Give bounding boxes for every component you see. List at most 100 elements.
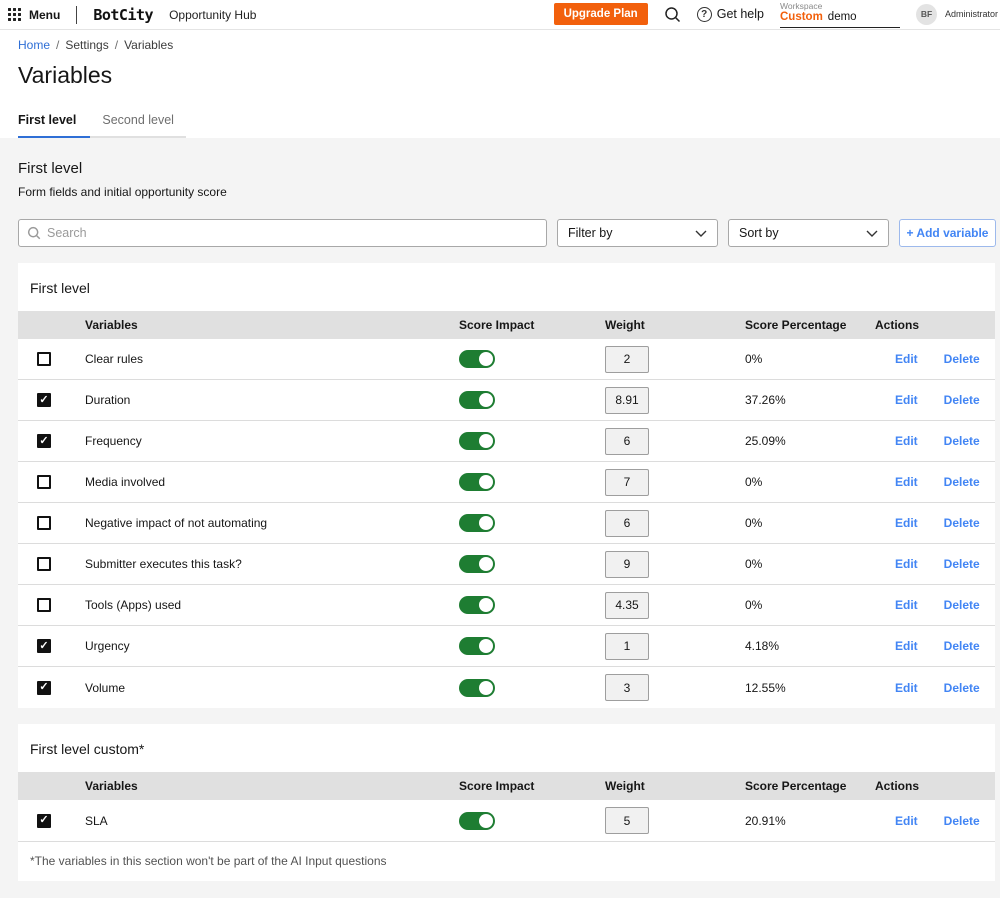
table-row: Tools (Apps) used 0% Edit Delete [18, 585, 995, 626]
row-checkbox[interactable] [37, 557, 51, 571]
workspace-selector[interactable]: Workspace Customdemo [780, 1, 900, 29]
content-area: First level Form fields and initial oppo… [0, 138, 1000, 898]
weight-input[interactable] [605, 633, 649, 660]
get-help-button[interactable]: ? Get help [697, 7, 764, 22]
edit-link[interactable]: Edit [895, 516, 918, 530]
table-row: Negative impact of not automating 0% Edi… [18, 503, 995, 544]
weight-input[interactable] [605, 469, 649, 496]
column-score-impact: Score Impact [459, 318, 605, 332]
delete-link[interactable]: Delete [944, 475, 980, 489]
weight-input[interactable] [605, 387, 649, 414]
row-checkbox[interactable] [37, 681, 51, 695]
edit-link[interactable]: Edit [895, 393, 918, 407]
delete-link[interactable]: Delete [944, 598, 980, 612]
variable-name: Urgency [85, 639, 459, 653]
delete-link[interactable]: Delete [944, 557, 980, 571]
app-grid-icon[interactable] [8, 8, 21, 21]
row-checkbox[interactable] [37, 598, 51, 612]
weight-input[interactable] [605, 551, 649, 578]
delete-link[interactable]: Delete [944, 434, 980, 448]
column-score-percentage: Score Percentage [745, 779, 875, 793]
toggle-knob [479, 352, 493, 366]
score-impact-toggle[interactable] [459, 391, 495, 409]
breadcrumb-home[interactable]: Home [18, 38, 50, 52]
table-row: SLA 20.91% Edit Delete [18, 800, 995, 841]
edit-link[interactable]: Edit [895, 639, 918, 653]
row-checkbox[interactable] [37, 516, 51, 530]
score-percentage: 25.09% [745, 434, 875, 448]
sort-by-label: Sort by [739, 226, 779, 240]
variable-name: Submitter executes this task? [85, 557, 459, 571]
delete-link[interactable]: Delete [944, 681, 980, 695]
add-variable-button[interactable]: + Add variable [899, 219, 996, 247]
row-checkbox[interactable] [37, 814, 51, 828]
delete-link[interactable]: Delete [944, 393, 980, 407]
user-menu[interactable]: BF Administrator [916, 4, 998, 25]
edit-link[interactable]: Edit [895, 475, 918, 489]
variable-name: Media involved [85, 475, 459, 489]
get-help-label: Get help [717, 7, 764, 21]
weight-input[interactable] [605, 592, 649, 619]
score-impact-toggle[interactable] [459, 679, 495, 697]
delete-link[interactable]: Delete [944, 352, 980, 366]
weight-input[interactable] [605, 346, 649, 373]
table-row: Clear rules 0% Edit Delete [18, 339, 995, 380]
row-checkbox[interactable] [37, 393, 51, 407]
variable-name: Frequency [85, 434, 459, 448]
score-impact-toggle[interactable] [459, 514, 495, 532]
edit-link[interactable]: Edit [895, 352, 918, 366]
weight-input[interactable] [605, 807, 649, 834]
variable-name: Duration [85, 393, 459, 407]
score-impact-toggle[interactable] [459, 555, 495, 573]
botcity-logo: BotCity [93, 6, 153, 24]
column-actions: Actions [875, 779, 995, 793]
upgrade-plan-button[interactable]: Upgrade Plan [554, 3, 648, 25]
table-row: Urgency 4.18% Edit Delete [18, 626, 995, 667]
delete-link[interactable]: Delete [944, 814, 980, 828]
delete-link[interactable]: Delete [944, 639, 980, 653]
score-impact-toggle[interactable] [459, 432, 495, 450]
edit-link[interactable]: Edit [895, 434, 918, 448]
search-input[interactable] [47, 226, 538, 240]
section-subtitle: Form fields and initial opportunity scor… [18, 185, 996, 199]
toggle-knob [479, 814, 493, 828]
score-impact-toggle[interactable] [459, 350, 495, 368]
search-icon[interactable] [664, 6, 681, 23]
chevron-down-icon [695, 230, 707, 237]
filter-by-select[interactable]: Filter by [557, 219, 718, 247]
table-body: Clear rules 0% Edit Delete Duration 37.2… [18, 339, 995, 708]
weight-input[interactable] [605, 510, 649, 537]
table-row: Volume 12.55% Edit Delete [18, 667, 995, 708]
column-score-percentage: Score Percentage [745, 318, 875, 332]
delete-link[interactable]: Delete [944, 516, 980, 530]
avatar: BF [916, 4, 937, 25]
weight-input[interactable] [605, 428, 649, 455]
score-impact-toggle[interactable] [459, 596, 495, 614]
score-percentage: 0% [745, 475, 875, 489]
page-title: Variables [0, 52, 1000, 89]
score-percentage: 0% [745, 352, 875, 366]
variable-name: Volume [85, 681, 459, 695]
score-impact-toggle[interactable] [459, 812, 495, 830]
sort-by-select[interactable]: Sort by [728, 219, 889, 247]
row-checkbox[interactable] [37, 639, 51, 653]
tab-second-level[interactable]: Second level [90, 107, 186, 138]
table-body: SLA 20.91% Edit Delete [18, 800, 995, 841]
score-impact-toggle[interactable] [459, 473, 495, 491]
menu-button[interactable]: Menu [29, 8, 60, 22]
edit-link[interactable]: Edit [895, 681, 918, 695]
edit-link[interactable]: Edit [895, 814, 918, 828]
weight-input[interactable] [605, 674, 649, 701]
tab-first-level[interactable]: First level [18, 107, 90, 138]
edit-link[interactable]: Edit [895, 598, 918, 612]
row-checkbox[interactable] [37, 434, 51, 448]
score-impact-toggle[interactable] [459, 637, 495, 655]
breadcrumb-separator: / [56, 38, 59, 52]
row-checkbox[interactable] [37, 352, 51, 366]
table-header: Variables Score Impact Weight Score Perc… [18, 311, 995, 339]
table-title: First level custom* [18, 724, 995, 772]
edit-link[interactable]: Edit [895, 557, 918, 571]
row-checkbox[interactable] [37, 475, 51, 489]
breadcrumb-settings[interactable]: Settings [65, 38, 108, 52]
variable-name: Tools (Apps) used [85, 598, 459, 612]
